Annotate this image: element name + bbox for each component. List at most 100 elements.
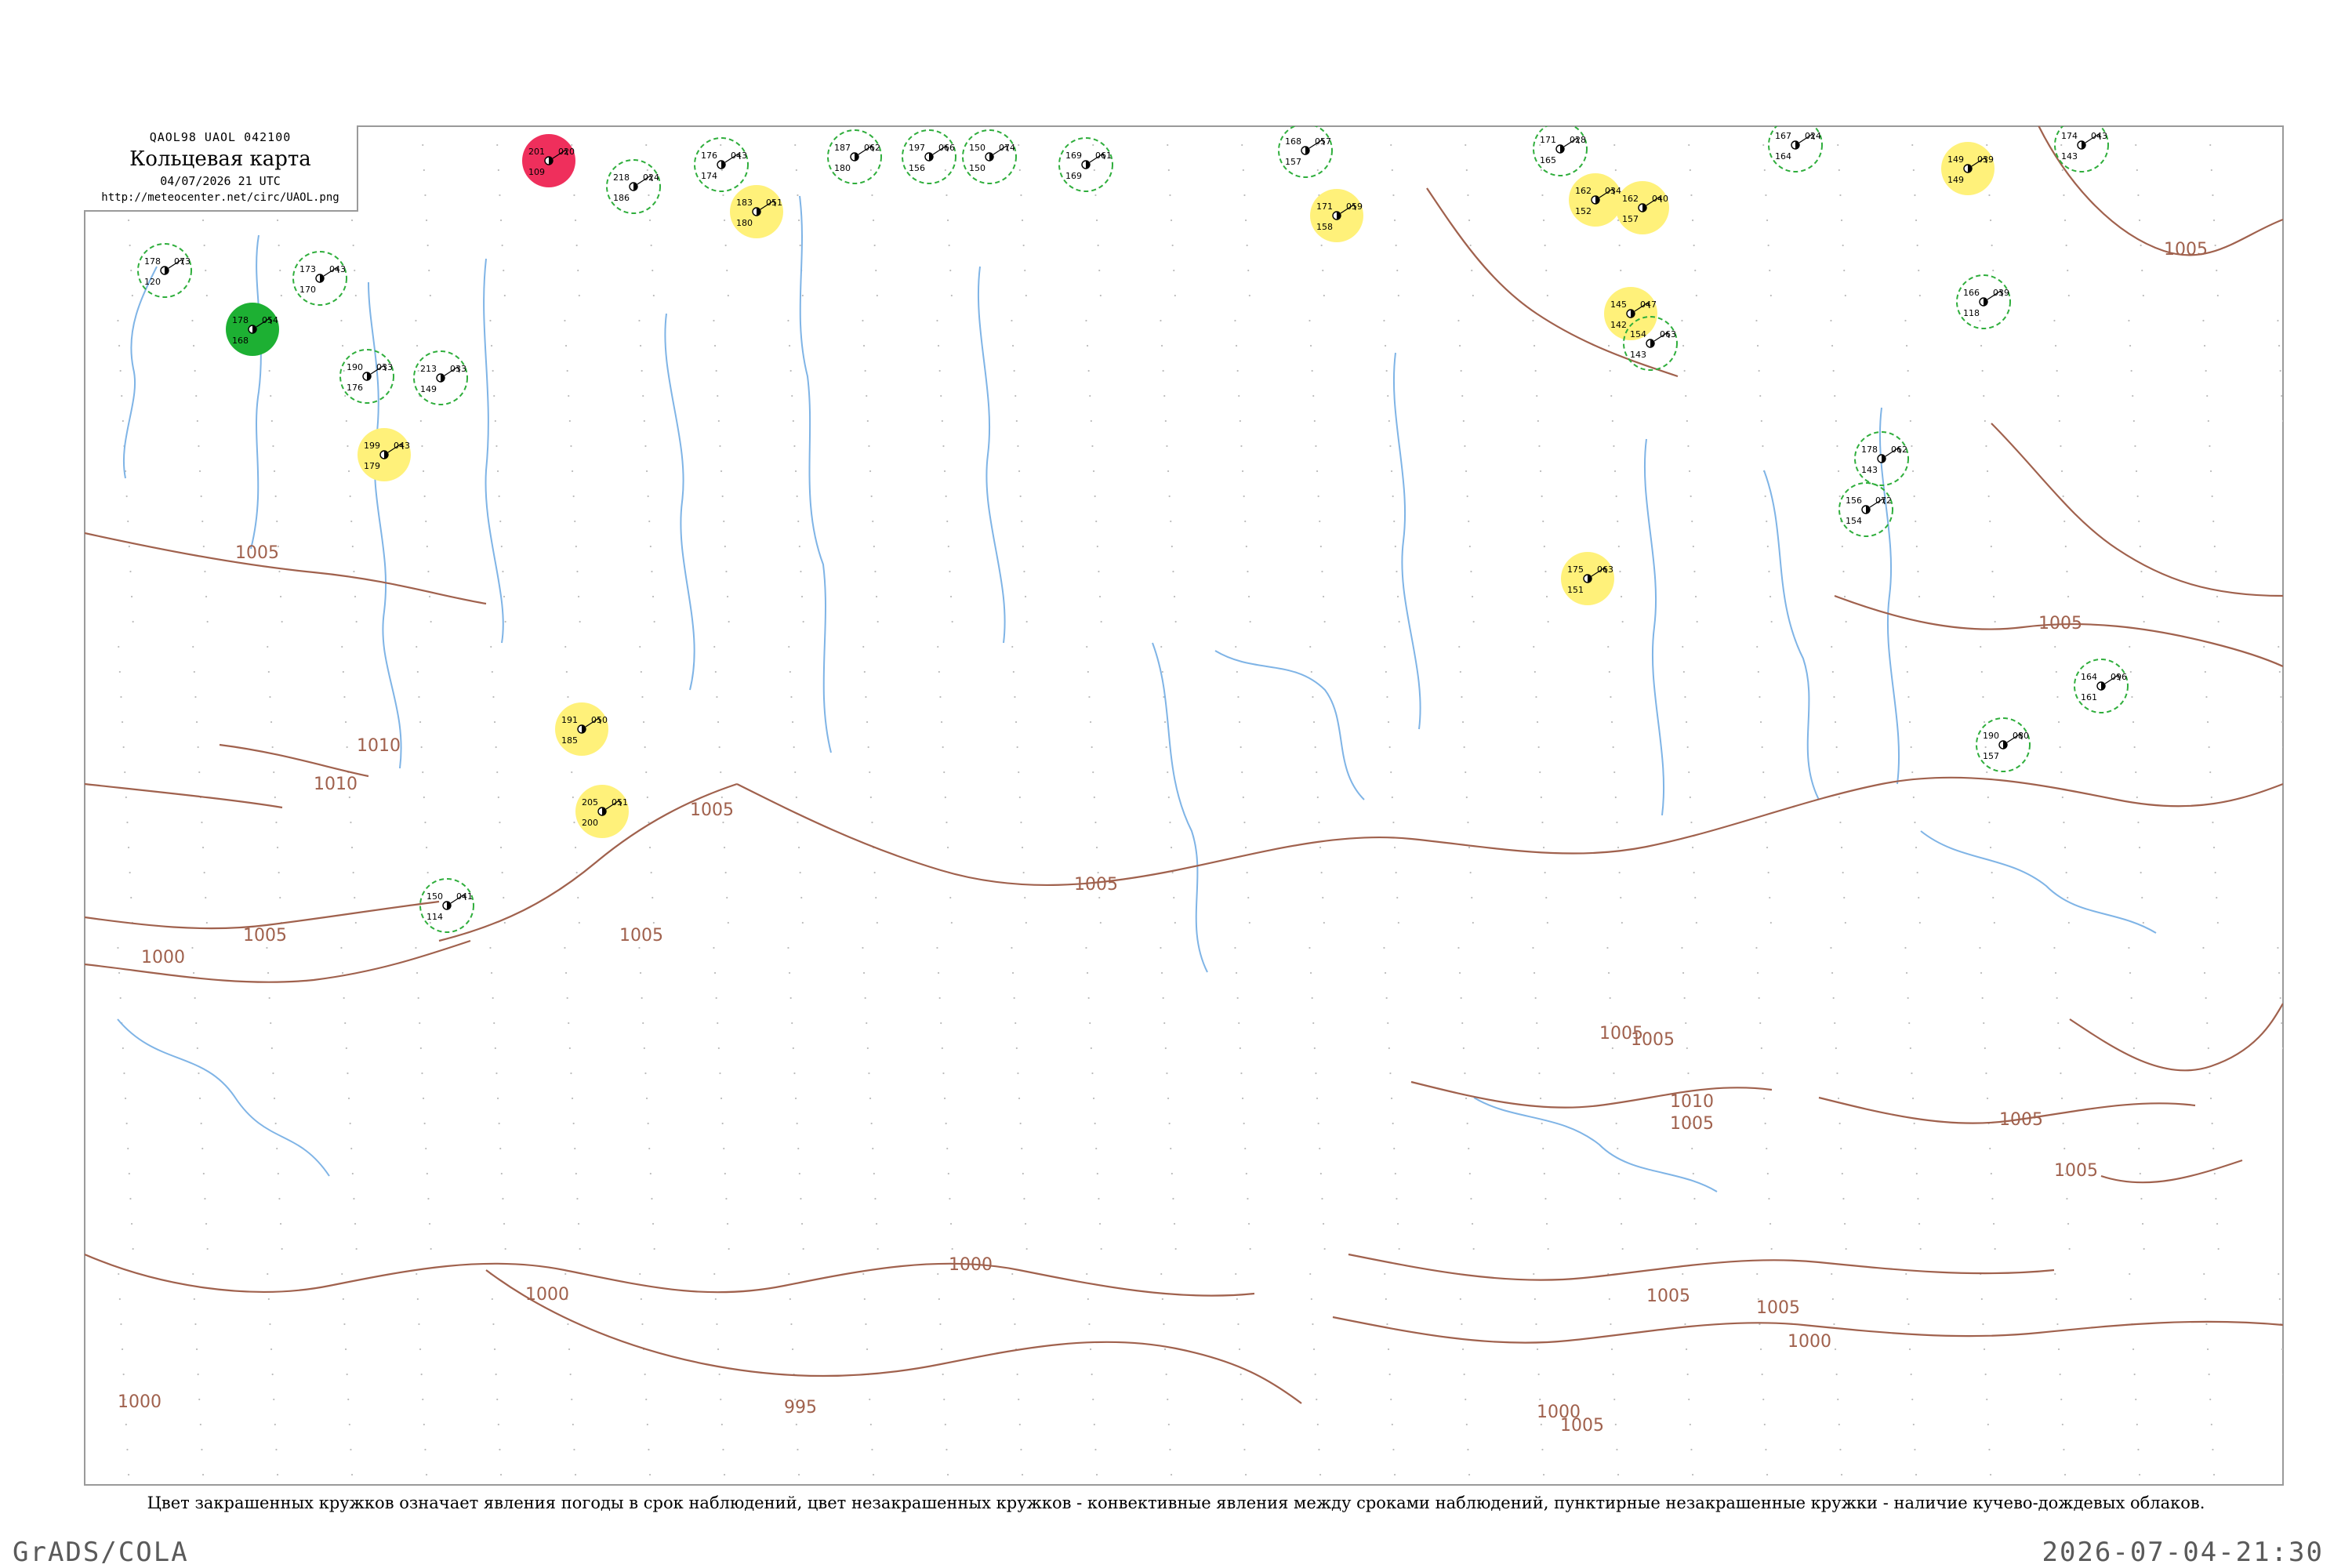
temperature-value: 191 (561, 715, 578, 725)
isobar-label: 1005 (235, 543, 279, 563)
dewpoint-value: 157 (1983, 751, 1999, 761)
temperature-value: 168 (1285, 136, 1301, 147)
pressure-value: 047 (1640, 299, 1657, 310)
dewpoint-value: 114 (426, 912, 443, 922)
map-title: Кольцевая карта (129, 147, 311, 171)
station-plot[interactable]: 205 051 200 (575, 785, 629, 838)
dewpoint-value: 142 (1610, 320, 1627, 330)
isobar-label: 1005 (2038, 614, 2082, 633)
station-plot[interactable]: 175 063 151 (1561, 552, 1614, 605)
source-url[interactable]: http://meteocenter.net/circ/UAOL.png (84, 191, 357, 204)
station-plot[interactable]: 169 061 169 (1058, 137, 1113, 192)
temperature-value: 199 (364, 441, 380, 451)
dewpoint-value: 161 (2081, 692, 2097, 702)
station-plot[interactable]: 199 043 179 (358, 428, 411, 481)
dewpoint-value: 120 (144, 277, 161, 287)
station-plot[interactable]: 174 043 143 (2054, 118, 2109, 172)
station-plot[interactable]: 173 043 170 (292, 251, 347, 306)
station-plot[interactable]: 178 054 168 (226, 303, 279, 356)
station-plot[interactable]: 176 043 174 (694, 137, 749, 192)
synoptic-map[interactable]: 1005 1005 1010 1010 1005 1000 1005 1005 … (0, 0, 2352, 1568)
dewpoint-value: 157 (1622, 214, 1639, 224)
temperature-value: 187 (834, 143, 851, 153)
station-plot[interactable]: 166 039 118 (1956, 274, 2011, 329)
station-plot[interactable]: 190 080 157 (1976, 717, 2031, 772)
rivers (117, 195, 2157, 1192)
temperature-value: 178 (1861, 445, 1878, 455)
station-plot[interactable]: 183 051 180 (730, 185, 783, 238)
isobar-label: 1005 (690, 800, 734, 820)
isobars (85, 126, 2283, 1404)
pressure-value: 062 (864, 143, 880, 153)
station-plot[interactable]: 197 066 156 (902, 129, 956, 184)
isobar-label: 1005 (1599, 1024, 1643, 1044)
station-plot[interactable]: 171 028 165 (1533, 122, 1588, 176)
station-plot[interactable]: 149 039 149 (1941, 142, 1994, 195)
pressure-value: 041 (456, 891, 473, 902)
pressure-value: 028 (1570, 135, 1586, 145)
dewpoint-value: 151 (1567, 585, 1584, 595)
isobar-label: 1005 (1999, 1110, 2043, 1130)
temperature-value: 205 (582, 797, 598, 808)
temperature-value: 218 (613, 172, 630, 183)
station-plot[interactable]: 190 033 176 (339, 349, 394, 404)
pressure-value: 074 (999, 143, 1015, 153)
dewpoint-value: 176 (347, 383, 363, 393)
station-plot[interactable]: 178 062 143 (1854, 431, 1909, 486)
isobar-label: 1005 (1074, 875, 1118, 895)
temperature-value: 171 (1316, 201, 1333, 212)
dewpoint-value: 157 (1285, 157, 1301, 167)
dewpoint-value: 152 (1575, 206, 1592, 216)
temperature-value: 162 (1622, 194, 1639, 204)
isobar-label: 1010 (1670, 1092, 1714, 1112)
stations[interactable]: 201 020 109 218 024 186 176 043 174 183 051 180 187 0… (137, 118, 2129, 933)
pressure-value: 024 (1805, 131, 1821, 141)
dewpoint-value: 143 (1630, 350, 1646, 360)
temperature-value: 190 (347, 362, 363, 372)
map-title-box: QAOL98 UAOL 042100 Кольцевая карта 04/07… (84, 125, 358, 212)
pressure-value: 063 (1660, 329, 1676, 339)
pressure-value: 020 (558, 147, 575, 157)
isobar-label: 1005 (2164, 240, 2208, 260)
station-plot[interactable]: 150 041 114 (419, 878, 474, 933)
temperature-value: 167 (1775, 131, 1791, 141)
dewpoint-value: 150 (969, 163, 985, 173)
isobar-label: 1000 (1788, 1332, 1831, 1352)
station-plot[interactable]: 187 062 180 (827, 129, 882, 184)
station-plot[interactable]: 164 096 161 (2074, 659, 2129, 713)
map-legend-text: Цвет закрашенных кружков означает явлени… (147, 1494, 2205, 1512)
station-plot[interactable]: 218 024 186 (606, 159, 661, 214)
station-plot[interactable]: 201 020 109 (522, 134, 575, 187)
station-plot[interactable]: 167 024 164 (1768, 118, 1823, 172)
isobar-label: 1000 (949, 1255, 993, 1275)
station-plot[interactable]: 162 034 152 (1569, 173, 1622, 227)
dewpoint-value: 143 (2061, 151, 2078, 162)
isobar-labels: 1005 1005 1010 1010 1005 1000 1005 1005 … (118, 240, 2208, 1436)
dewpoint-value: 179 (364, 461, 380, 471)
temperature-value: 145 (1610, 299, 1627, 310)
dewpoint-value: 158 (1316, 222, 1333, 232)
temperature-value: 190 (1983, 731, 1999, 741)
pressure-value: 066 (938, 143, 955, 153)
station-plot[interactable]: 168 057 157 (1278, 124, 1333, 178)
pressure-value: 039 (1977, 154, 1994, 165)
pressure-value: 072 (1875, 495, 1892, 506)
station-plot[interactable]: 162 040 157 (1616, 181, 1669, 234)
temperature-value: 197 (909, 143, 925, 153)
pressure-value: 040 (1652, 194, 1668, 204)
dewpoint-value: 168 (232, 336, 249, 346)
dewpoint-value: 186 (613, 193, 630, 203)
temperature-value: 178 (144, 256, 161, 267)
station-plot[interactable]: 213 033 149 (413, 350, 468, 405)
temperature-value: 162 (1575, 186, 1592, 196)
temperature-value: 166 (1963, 288, 1980, 298)
pressure-value: 033 (450, 364, 466, 374)
observation-time: 04/07/2026 21 UTC (160, 174, 281, 188)
isobar-label: 1000 (141, 948, 185, 967)
station-plot[interactable]: 171 059 158 (1310, 189, 1363, 242)
isobar-label: 1010 (357, 736, 401, 756)
station-plot[interactable]: 150 074 150 (962, 129, 1017, 184)
temperature-value: 183 (736, 198, 753, 208)
station-plot[interactable]: 191 050 185 (555, 702, 608, 756)
isobar-label: 1000 (1537, 1403, 1581, 1422)
